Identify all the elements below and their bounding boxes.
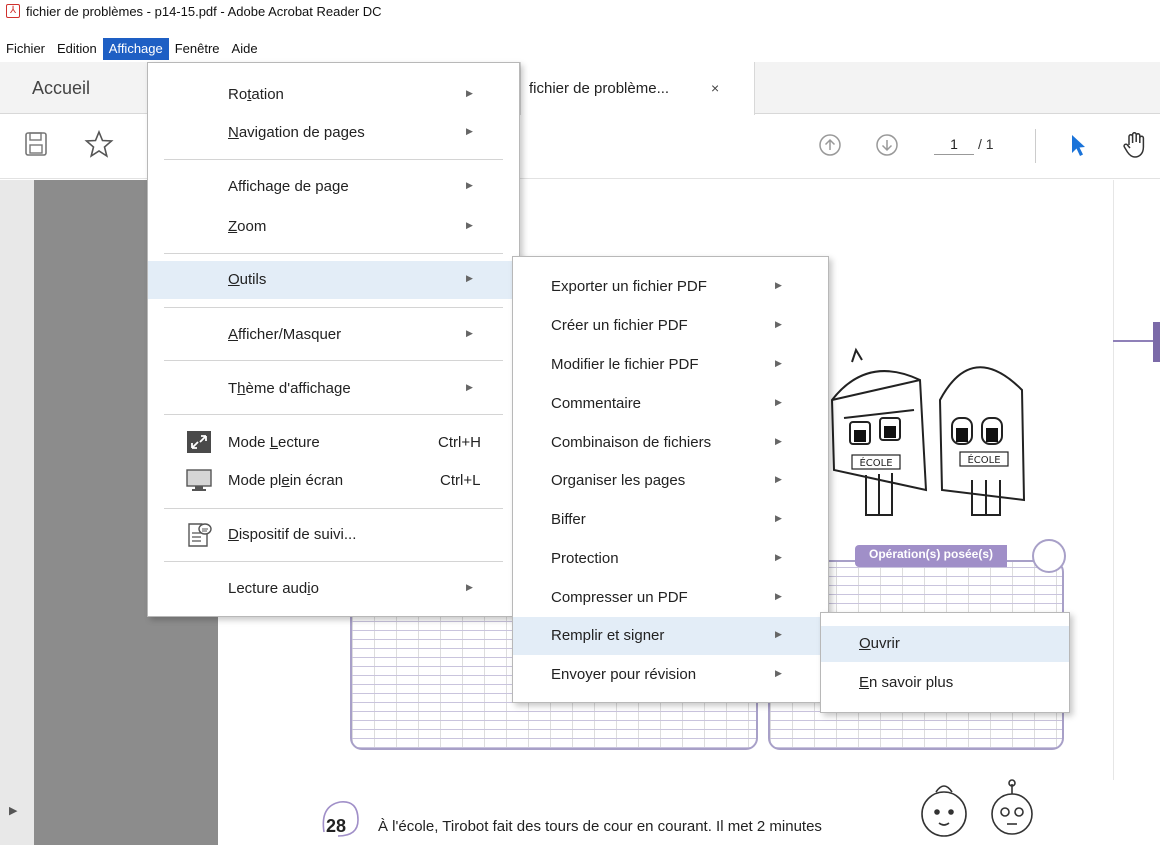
tab-document[interactable]: fichier de problème... ×: [520, 62, 755, 115]
submenu-arrow-icon: ▶: [466, 220, 473, 230]
submenu-arrow-icon: ▶: [775, 397, 782, 407]
menu-item-affichage-page[interactable]: Affichage de page ▶: [148, 169, 519, 205]
page-up-icon[interactable]: [818, 133, 842, 163]
expand-panel-arrow-icon[interactable]: ▶: [9, 804, 17, 817]
submenu-arrow-icon: ▶: [775, 358, 782, 368]
tab-document-label: fichier de problème...: [529, 80, 670, 97]
menu-item-ouvrir[interactable]: Ouvrir: [821, 626, 1069, 662]
menu-item-biffer[interactable]: Biffer ▶: [513, 502, 828, 538]
submenu-arrow-icon: ▶: [466, 382, 473, 392]
menu-item-zoom[interactable]: Zoom ▶: [148, 209, 519, 245]
shortcut-label: Ctrl+L: [440, 472, 481, 489]
outils-submenu: Exporter un fichier PDF ▶ Créer un fichi…: [512, 256, 829, 703]
left-side-panel: [0, 180, 34, 845]
menu-item-outils[interactable]: Outils ▶: [148, 261, 519, 299]
menu-affichage[interactable]: Affichage: [102, 38, 169, 60]
menu-item-protection[interactable]: Protection ▶: [513, 541, 828, 577]
school-sign-left: ÉCOLE: [859, 456, 892, 469]
menu-item-compresser-pdf[interactable]: Compresser un PDF ▶: [513, 580, 828, 616]
remplir-signer-submenu: Ouvrir En savoir plus: [820, 612, 1070, 713]
submenu-arrow-icon: ▶: [466, 582, 473, 592]
tab-accueil[interactable]: Accueil: [32, 78, 90, 99]
tab-close-button[interactable]: ×: [711, 80, 719, 96]
menu-item-envoyer-revision[interactable]: Envoyer pour révision ▶: [513, 657, 828, 693]
star-icon[interactable]: [84, 129, 114, 165]
submenu-arrow-icon: ▶: [775, 513, 782, 523]
menu-item-combinaison[interactable]: Combinaison de fichiers ▶: [513, 425, 828, 461]
menu-edition[interactable]: Edition: [51, 38, 103, 60]
menu-item-rotation[interactable]: Rotation ▶: [148, 77, 519, 113]
menu-item-exporter-pdf[interactable]: Exporter un fichier PDF ▶: [513, 269, 828, 305]
menu-separator: [164, 253, 503, 254]
menu-fichier[interactable]: Fichier: [0, 38, 51, 60]
toolbar-separator: [1035, 129, 1036, 163]
problem-number: 28: [326, 816, 347, 836]
menu-item-organiser-pages[interactable]: Organiser les pages ▶: [513, 463, 828, 499]
menu-item-theme-affichage[interactable]: Thème d'affichage ▶: [148, 371, 519, 407]
problem-text: À l'école, Tirobot fait des tours de cou…: [378, 818, 822, 835]
submenu-arrow-icon: ▶: [775, 319, 782, 329]
menu-item-afficher-masquer[interactable]: Afficher/Masquer ▶: [148, 317, 519, 353]
menu-separator: [164, 508, 503, 509]
tracker-icon: [186, 522, 212, 547]
page-total: / 1: [978, 136, 994, 152]
menu-separator: [164, 360, 503, 361]
menu-item-lecture-audio[interactable]: Lecture audio ▶: [148, 571, 519, 607]
submenu-arrow-icon: ▶: [775, 280, 782, 290]
menu-separator: [164, 561, 503, 562]
menu-item-modifier-pdf[interactable]: Modifier le fichier PDF ▶: [513, 347, 828, 383]
save-icon[interactable]: [24, 131, 48, 163]
submenu-arrow-icon: ▶: [775, 474, 782, 484]
shortcut-label: Ctrl+H: [438, 434, 481, 451]
affichage-dropdown-menu: Rotation ▶ Navigation de pages ▶ Afficha…: [147, 62, 520, 617]
select-cursor-icon[interactable]: [1068, 133, 1088, 165]
menu-aide[interactable]: Aide: [226, 38, 264, 60]
menu-bar: Fichier Edition Affichage Fenêtre Aide: [0, 38, 264, 60]
acrobat-pdf-icon: ⅄: [6, 4, 20, 18]
submenu-arrow-icon: ▶: [466, 126, 473, 136]
title-bar: ⅄ fichier de problèmes - p14-15.pdf - Ad…: [0, 0, 1160, 22]
menu-item-remplir-signer[interactable]: Remplir et signer ▶: [513, 617, 828, 655]
read-mode-icon: [186, 430, 212, 454]
window-title: fichier de problèmes - p14-15.pdf - Adob…: [26, 3, 382, 19]
hand-tool-icon[interactable]: [1120, 129, 1152, 167]
submenu-arrow-icon: ▶: [775, 436, 782, 446]
submenu-arrow-icon: ▶: [775, 552, 782, 562]
menu-item-creer-pdf[interactable]: Créer un fichier PDF ▶: [513, 308, 828, 344]
school-illustration: ÉCOLE ÉCOLE: [830, 347, 1026, 516]
page-edge: [1113, 180, 1114, 780]
page-number-input[interactable]: 1: [934, 136, 974, 155]
page-decoration-tab: [1153, 322, 1160, 362]
submenu-arrow-icon: ▶: [466, 180, 473, 190]
submenu-arrow-icon: ▶: [466, 88, 473, 98]
page-down-icon[interactable]: [875, 133, 899, 163]
menu-item-commentaire[interactable]: Commentaire ▶: [513, 386, 828, 422]
operation-circle: [1032, 539, 1066, 573]
acrobat-window: ⅄ fichier de problèmes - p14-15.pdf - Ad…: [0, 0, 1160, 845]
menu-item-mode-plein-ecran[interactable]: Mode plein écran Ctrl+L: [148, 463, 519, 499]
submenu-arrow-icon: ▶: [466, 328, 473, 338]
submenu-arrow-icon: ▶: [775, 668, 782, 678]
school-sign-right: ÉCOLE: [967, 453, 1000, 466]
menu-separator: [164, 414, 503, 415]
menu-item-navigation-pages[interactable]: Navigation de pages ▶: [148, 115, 519, 151]
menu-separator: [164, 307, 503, 308]
menu-item-en-savoir-plus[interactable]: En savoir plus: [821, 665, 1069, 701]
menu-item-dispositif-suivi[interactable]: Dispositif de suivi...: [148, 517, 519, 553]
submenu-arrow-icon: ▶: [775, 591, 782, 601]
menu-item-mode-lecture[interactable]: Mode Lecture Ctrl+H: [148, 425, 519, 461]
robot-characters-illustration: [921, 779, 1033, 837]
submenu-arrow-icon: ▶: [775, 629, 782, 639]
submenu-arrow-icon: ▶: [466, 273, 473, 283]
full-screen-icon: [186, 468, 212, 492]
menu-fenetre[interactable]: Fenêtre: [169, 38, 226, 60]
menu-separator: [164, 159, 503, 160]
operation-label: Opération(s) posée(s): [855, 545, 1008, 567]
